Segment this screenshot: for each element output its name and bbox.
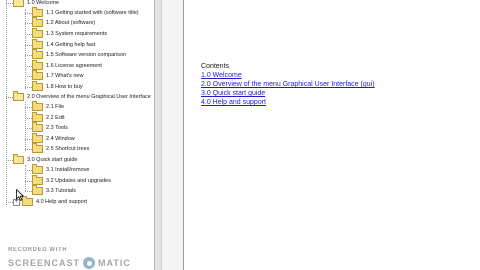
tree-node-label: 1.3 System requirements: [46, 31, 108, 37]
help-tree-pane: 1.0 Welcome 1.1 Getting started with (so…: [0, 0, 154, 270]
topic-page: Contents 1.0 Welcome 2.0 Overview of the…: [183, 0, 480, 270]
tree-node-label: 3.1 Install/remove: [46, 167, 90, 173]
tree-node-label: 1.5 Software version comparison: [46, 52, 127, 58]
content-pane: Contents 1.0 Welcome 2.0 Overview of the…: [162, 0, 480, 270]
tree-connector: [6, 160, 13, 161]
tree-connector: [25, 45, 32, 46]
screencast-logo-icon: [83, 257, 96, 269]
tree-branch-line-2: [25, 102, 26, 151]
tree-node-tools[interactable]: 2.3 Tools: [32, 122, 68, 133]
folder-icon: [32, 70, 43, 80]
tree-connector: [25, 118, 32, 119]
tree-node-window[interactable]: 2.4 Window: [32, 133, 75, 144]
tree-node-updates[interactable]: 3.2 Updates and upgrades: [32, 175, 111, 186]
watermark-right-word: MATIC: [98, 258, 131, 268]
tree-node-system-requirements[interactable]: 1.3 System requirements: [32, 28, 108, 39]
tree-node-label: 2.2 Edit: [46, 115, 65, 121]
folder-icon: [32, 17, 43, 27]
tree-node-help-support[interactable]: 4.0 Help and support: [22, 196, 88, 207]
folder-icon: [32, 133, 43, 143]
tree-node-label: 1.4 Getting help fast: [46, 42, 96, 48]
tree-connector: [6, 3, 13, 4]
folder-icon: [32, 28, 43, 38]
tree-node-how-to-buy[interactable]: 1.8 How to buy: [32, 81, 83, 92]
tree-node-license[interactable]: 1.6 License agreement: [32, 60, 102, 71]
tree-root-line: [6, 0, 7, 205]
tree-connector: [25, 23, 32, 24]
toc-link-help-support[interactable]: 4.0 Help and support: [201, 98, 375, 107]
tree-connector: [25, 34, 32, 35]
tree-connector: [25, 66, 32, 67]
help-tree: 1.0 Welcome 1.1 Getting started with (so…: [0, 0, 154, 215]
tree-branch-line-1: [25, 9, 26, 89]
screencast-watermark: RECORDED WITH SCREENCAST MATIC: [8, 247, 154, 269]
folder-icon: [32, 81, 43, 91]
tree-node-label: 3.3 Tutorials: [46, 188, 76, 194]
tree-connector: [25, 87, 32, 88]
folder-open-icon: [13, 0, 24, 7]
watermark-bottom: SCREENCAST MATIC: [8, 257, 131, 269]
tree-connector: [25, 149, 32, 150]
tree-node-label: 2.3 Tools: [46, 125, 68, 131]
tree-node-label: 1.2 About (software): [46, 20, 96, 26]
tree-node-about[interactable]: 1.2 About (software): [32, 17, 96, 28]
tree-node-label: 2.0 Overview of the menu Graphical User …: [27, 94, 151, 100]
tree-connector: [25, 13, 32, 14]
tree-connector: [25, 107, 32, 108]
folder-open-icon: [13, 91, 24, 101]
tree-node-label: 3.2 Updates and upgrades: [46, 178, 111, 184]
tree-node-quick-start[interactable]: 3.0 Quick start guide: [13, 154, 77, 165]
tree-connector: [6, 97, 13, 98]
folder-icon: [32, 175, 43, 185]
tree-node-file[interactable]: 2.1 File: [32, 101, 65, 112]
tree-node-version-comparison[interactable]: 1.5 Software version comparison: [32, 49, 127, 60]
toc-link-overview-gui[interactable]: 2.0 Overview of the menu Graphical User …: [201, 80, 375, 89]
contents-title: Contents: [201, 63, 230, 70]
tree-node-label: 2.1 File: [46, 104, 65, 110]
folder-icon: [32, 185, 43, 195]
tree-connector: [25, 139, 32, 140]
tree-node-label: 2.4 Window: [46, 136, 75, 142]
tree-node-label: 2.5 Shortcut trees: [46, 146, 90, 152]
tree-node-label: 4.0 Help and support: [36, 199, 88, 205]
tree-connector: [25, 55, 32, 56]
watermark-left-word: SCREENCAST: [8, 258, 81, 268]
folder-icon: [32, 49, 43, 59]
pane-splitter[interactable]: [154, 0, 162, 270]
toc-link-welcome[interactable]: 1.0 Welcome: [201, 71, 375, 80]
folder-icon: [32, 39, 43, 49]
tree-node-label: 1.7 What's new: [46, 73, 84, 79]
folder-open-icon: [13, 154, 24, 164]
tree-connector: [25, 76, 32, 77]
folder-icon: [32, 164, 43, 174]
tree-node-tutorials[interactable]: 3.3 Tutorials: [32, 185, 76, 196]
tree-node-label: 1.1 Getting started with (software title…: [46, 10, 139, 16]
tree-node-getting-help[interactable]: 1.4 Getting help fast: [32, 39, 96, 50]
tree-node-getting-started[interactable]: 1.1 Getting started with (software title…: [32, 7, 139, 18]
folder-icon: [32, 60, 43, 70]
tree-node-label: 1.6 License agreement: [46, 63, 102, 69]
tree-connector: [25, 181, 32, 182]
folder-icon: [32, 143, 43, 153]
tree-connector: [6, 202, 13, 203]
folder-icon: [32, 112, 43, 122]
watermark-top-text: RECORDED WITH: [8, 247, 68, 253]
tree-connector: [25, 170, 32, 171]
tree-node-label: 1.8 How to buy: [46, 84, 83, 90]
folder-icon: [32, 101, 43, 111]
mouse-pointer-icon: [16, 189, 24, 201]
tree-connector: [25, 191, 32, 192]
folder-icon: [32, 122, 43, 132]
tree-node-whats-new[interactable]: 1.7 What's new: [32, 70, 84, 81]
tree-node-shortcut-trees[interactable]: 2.5 Shortcut trees: [32, 143, 90, 154]
toc-link-quick-start[interactable]: 3.0 Quick start guide: [201, 89, 375, 98]
folder-icon: [32, 7, 43, 17]
contents-section: Contents 1.0 Welcome 2.0 Overview of the…: [201, 62, 375, 107]
tree-connector: [25, 128, 32, 129]
tree-branch-line-3: [25, 165, 26, 191]
tree-node-install-remove[interactable]: 3.1 Install/remove: [32, 164, 90, 175]
